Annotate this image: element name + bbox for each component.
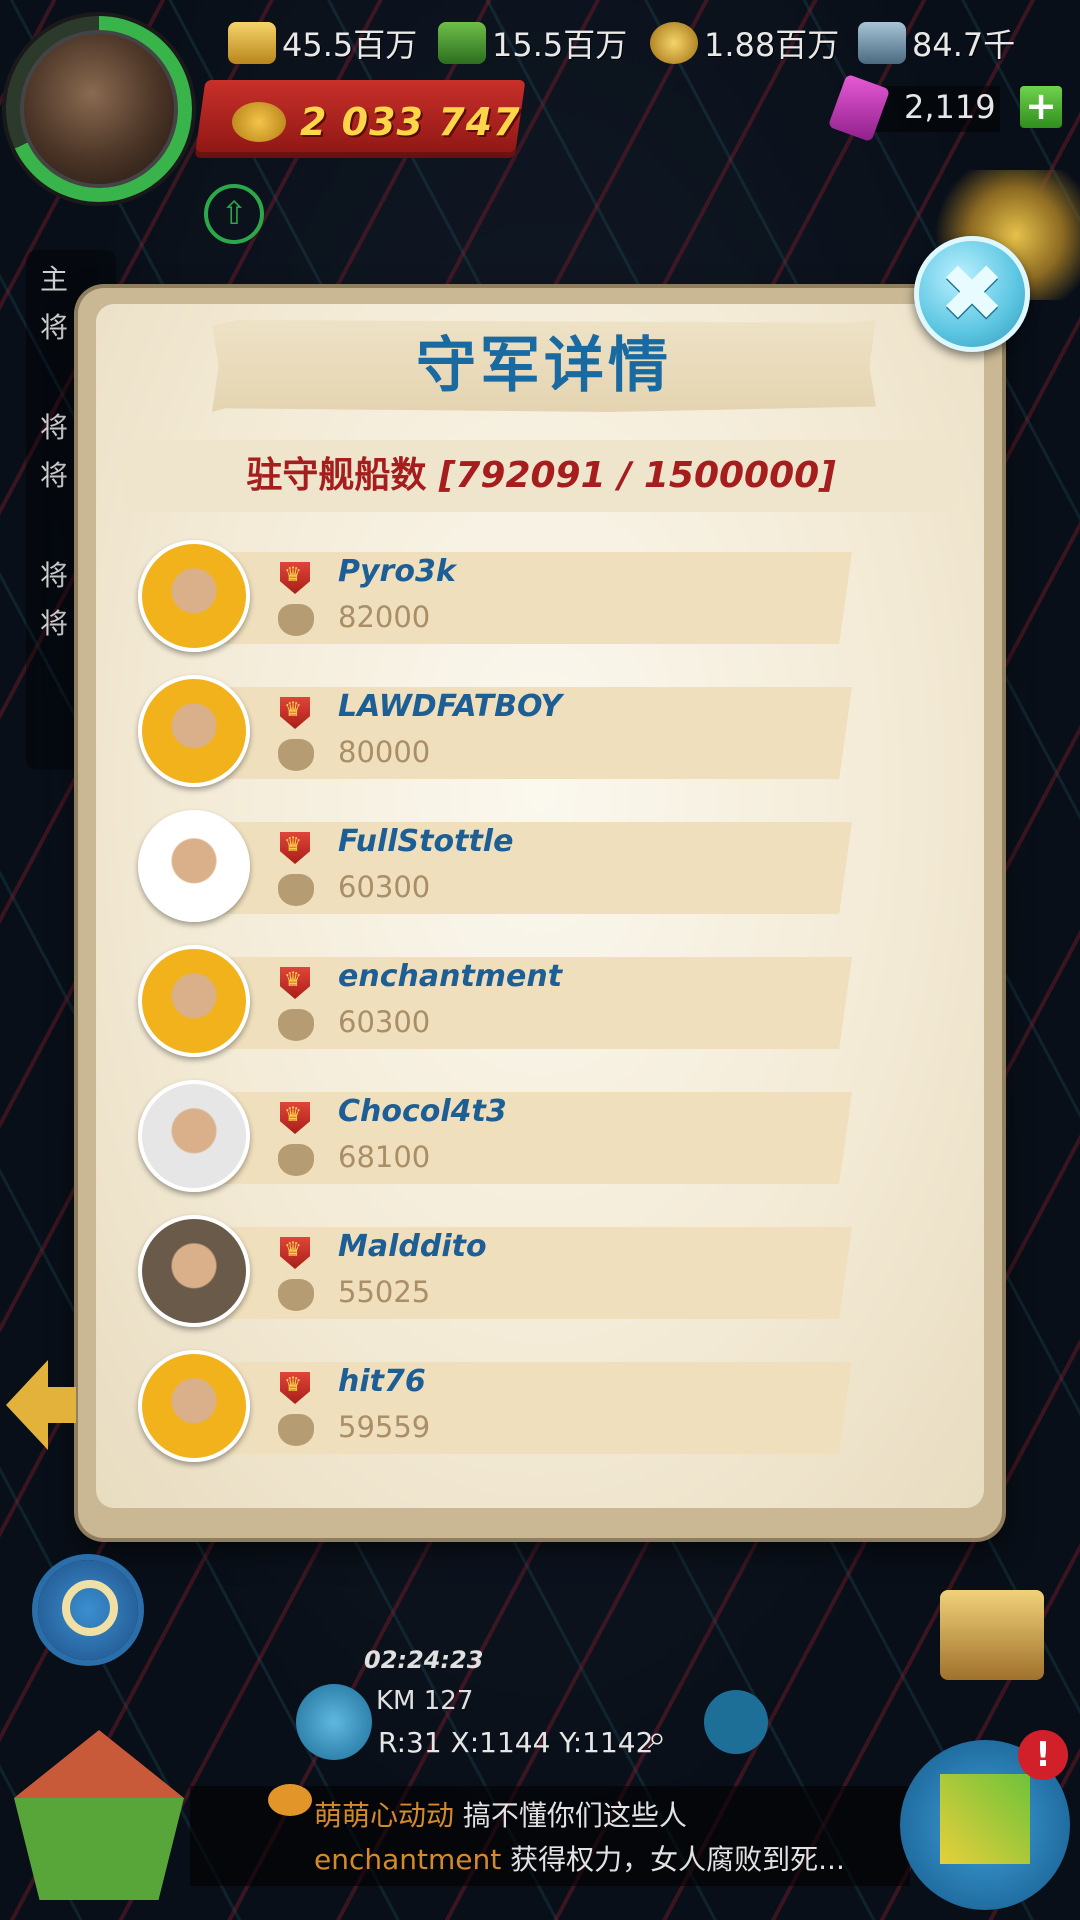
- defender-row[interactable]: LAWDFATBOY 80000: [132, 673, 952, 808]
- player-avatar[interactable]: [6, 16, 192, 202]
- defender-avatar[interactable]: [138, 1350, 250, 1462]
- garrison-count-value: [792091 / 1500000]: [438, 455, 836, 496]
- buy-gems-button[interactable]: +: [1020, 86, 1062, 128]
- defender-row[interactable]: Chocol4t3 68100: [132, 1078, 952, 1213]
- defender-amount: 68100: [338, 1140, 431, 1174]
- defender-row[interactable]: enchantment 60300: [132, 943, 952, 1078]
- ship-count-icon: [278, 604, 314, 636]
- ship-count-icon: [278, 1279, 314, 1311]
- gold-bars-icon: [228, 22, 276, 64]
- eagle-emblem-icon: [232, 102, 286, 142]
- locate-target-button[interactable]: [296, 1684, 372, 1760]
- defender-name: enchantment: [338, 959, 563, 994]
- ship-count-icon: [278, 1144, 314, 1176]
- defender-avatar[interactable]: [138, 945, 250, 1057]
- defender-amount: 55025: [338, 1275, 431, 1309]
- ship-count-icon: [278, 739, 314, 771]
- defender-row[interactable]: Malddito 55025: [132, 1213, 952, 1348]
- ship-count-icon: [278, 1009, 314, 1041]
- defender-avatar[interactable]: [138, 1080, 250, 1192]
- garrison-count: 驻守舰船数 [792091 / 1500000]: [122, 440, 960, 512]
- chat-sender: 萌萌心动动: [314, 1799, 455, 1832]
- defender-avatar[interactable]: [138, 675, 250, 787]
- chat-message: 搞不懂你们这些人: [462, 1799, 687, 1832]
- defender-name: hit76: [338, 1364, 426, 1399]
- oil-barrel-icon: [438, 22, 486, 64]
- defender-name: Chocol4t3: [338, 1094, 507, 1129]
- defender-list: Pyro3k 82000 LAWDFATBOY 80000 FullStottl…: [132, 538, 952, 1483]
- oil-value: 15.5百万: [492, 26, 628, 64]
- defender-avatar[interactable]: [138, 1215, 250, 1327]
- resource-oil[interactable]: 15.5百万: [438, 20, 627, 66]
- chat-bubble-icon[interactable]: [268, 1784, 312, 1816]
- defender-name: FullStottle: [338, 824, 514, 859]
- bookmark-pin-icon[interactable]: [704, 1690, 768, 1754]
- defender-row[interactable]: FullStottle 60300: [132, 808, 952, 943]
- gem-count: 2,119: [904, 88, 996, 126]
- close-icon: ✖: [939, 249, 1005, 339]
- dialog-title: 守军详情: [416, 331, 672, 401]
- chat-line: enchantment 获得权力，女人腐败到死...: [314, 1838, 845, 1878]
- quest-book-icon[interactable]: [940, 1590, 1044, 1680]
- chat-sender: enchantment: [314, 1843, 502, 1876]
- upgrade-arrow-icon[interactable]: ⇧: [204, 184, 264, 244]
- player-power: 2 033 747: [300, 100, 521, 144]
- defender-row[interactable]: Pyro3k 82000: [132, 538, 952, 673]
- defender-amount: 80000: [338, 735, 431, 769]
- defender-amount: 60300: [338, 1005, 431, 1039]
- defender-row[interactable]: hit76 59559: [132, 1348, 952, 1483]
- defender-avatar[interactable]: [138, 810, 250, 922]
- close-button[interactable]: ✖: [914, 236, 1030, 352]
- ship-count-icon: [278, 1414, 314, 1446]
- steel-icon: [858, 22, 906, 64]
- coordinate-search-icon[interactable]: ⌕: [648, 1718, 666, 1757]
- defender-avatar[interactable]: [138, 540, 250, 652]
- resource-steel[interactable]: 84.7千: [858, 20, 1015, 66]
- player-portrait: [20, 30, 178, 188]
- defender-amount: 82000: [338, 600, 431, 634]
- defender-name: Malddito: [338, 1229, 487, 1264]
- distance-label: KM 127: [376, 1686, 474, 1716]
- chat-line: 萌萌心动动 搞不懂你们这些人: [314, 1794, 687, 1834]
- resource-gold[interactable]: 45.5百万: [228, 20, 417, 66]
- steel-value: 84.7千: [912, 26, 1016, 64]
- ship-count-icon: [278, 874, 314, 906]
- map-coordinates[interactable]: R:31 X:1144 Y:1142: [378, 1726, 653, 1759]
- defender-amount: 59559: [338, 1410, 431, 1444]
- alert-badge: !: [1018, 1730, 1068, 1780]
- defender-name: Pyro3k: [338, 554, 456, 589]
- medal-value: 1.88百万: [704, 26, 840, 64]
- march-timer: 02:24:23: [364, 1646, 484, 1674]
- search-map-button[interactable]: [38, 1560, 138, 1660]
- chat-message: 获得权力，女人腐败到死...: [510, 1843, 845, 1876]
- resource-medal[interactable]: 1.88百万: [650, 20, 839, 66]
- garrison-count-label: 驻守舰船数: [246, 455, 427, 496]
- gold-value: 45.5百万: [282, 26, 418, 64]
- medal-icon: [650, 22, 698, 64]
- defender-amount: 60300: [338, 870, 431, 904]
- defender-name: LAWDFATBOY: [338, 689, 563, 724]
